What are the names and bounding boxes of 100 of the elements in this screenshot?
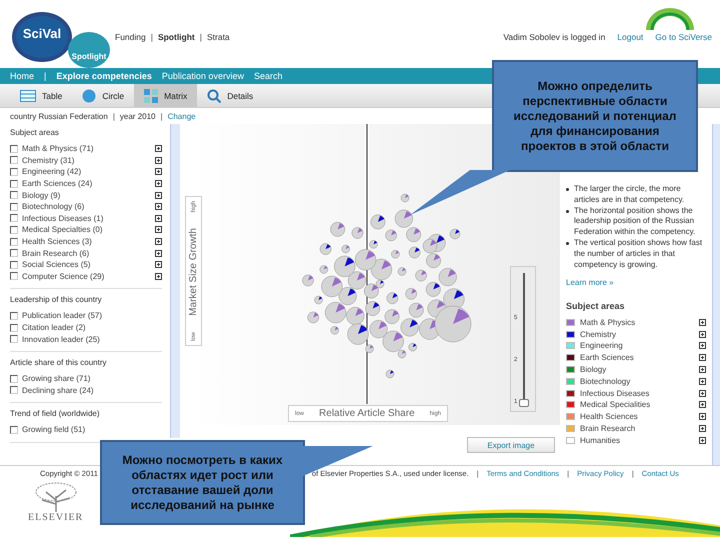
expand-icon[interactable] — [155, 156, 162, 164]
legend-label: Biotechnology — [580, 376, 632, 386]
checkbox[interactable] — [10, 202, 18, 211]
checkbox[interactable] — [10, 374, 18, 383]
bubble-icon[interactable] — [365, 344, 374, 354]
checkbox[interactable] — [10, 249, 18, 258]
axis-title: Relative Article Share — [319, 408, 415, 419]
checkbox[interactable] — [10, 335, 18, 344]
table-icon — [20, 90, 36, 102]
scrollbar[interactable] — [170, 124, 180, 438]
checkbox[interactable] — [10, 324, 18, 332]
filter-label: Brain Research (6) — [22, 248, 90, 258]
axis-title: Market Size Growth — [188, 228, 199, 316]
checkbox[interactable] — [10, 238, 18, 246]
bubble-icon[interactable] — [347, 323, 369, 345]
legend-label: Humanities — [580, 436, 622, 445]
checkbox[interactable] — [10, 156, 18, 164]
nav-link[interactable]: Explore competencies — [56, 71, 152, 81]
expand-icon[interactable] — [155, 168, 162, 176]
filter-label: Computer Science (29) — [22, 272, 106, 281]
bubble-icon[interactable] — [400, 318, 419, 336]
filter-label: Declining share (24) — [22, 386, 95, 395]
callout-text: Можно определить перспективные области исследований и потенциал для финансирования проектов в этой области — [492, 60, 698, 172]
nav-link[interactable]: Home — [10, 71, 34, 81]
legend-label: Health Sciences — [580, 412, 639, 422]
expand-icon[interactable] — [155, 192, 162, 199]
filter-label: Biology (9) — [22, 190, 62, 200]
change-link[interactable]: Change — [168, 112, 196, 120]
filter-label: Publication leader (57) — [22, 311, 104, 320]
filter-heading: Subject areas — [10, 128, 60, 137]
checkbox[interactable] — [10, 386, 18, 394]
nav-link[interactable]: Publication overview — [162, 71, 244, 81]
checkbox[interactable] — [10, 180, 18, 188]
expand-icon[interactable] — [155, 214, 162, 222]
expand-icon[interactable] — [155, 203, 162, 210]
expand-icon[interactable] — [155, 226, 162, 234]
view-tab[interactable]: Details — [197, 84, 264, 107]
bubble-icon[interactable] — [386, 292, 398, 304]
expand-icon[interactable] — [155, 145, 162, 152]
checkbox[interactable] — [10, 144, 18, 153]
product-link[interactable]: Strata — [206, 32, 230, 42]
bubble-icon[interactable] — [365, 301, 380, 316]
checkbox[interactable] — [10, 272, 18, 280]
logo-title: SciVal — [12, 12, 72, 62]
expand-icon[interactable] — [155, 272, 162, 280]
view-tab[interactable]: Table — [10, 84, 72, 107]
legend-label: Earth Sciences — [580, 353, 635, 362]
separator: | — [150, 32, 153, 42]
scrollbar[interactable] — [712, 124, 720, 465]
learn-more-link[interactable]: Learn more » — [566, 278, 706, 288]
expand-icon[interactable] — [155, 238, 162, 246]
nav-link[interactable]: Search — [254, 71, 282, 81]
bubble-icon[interactable] — [376, 280, 384, 288]
bubble-icon[interactable] — [314, 296, 323, 304]
bubble-icon[interactable] — [320, 243, 332, 255]
checkbox[interactable] — [10, 426, 18, 434]
bubble-icon[interactable] — [408, 342, 417, 352]
sciverse-link[interactable]: Go to SciVerse — [655, 32, 712, 42]
filter-heading: Article share of this country — [10, 358, 108, 367]
bubble-icon[interactable] — [426, 282, 441, 297]
checkbox[interactable] — [10, 226, 18, 234]
info-bullet: The larger the circle, the more articles are in that competency. — [574, 184, 686, 206]
bubble-icon[interactable] — [386, 370, 394, 378]
separator: | — [112, 112, 115, 120]
filter-label: Growing share (71) — [22, 374, 92, 384]
view-tab[interactable]: Circle — [72, 84, 134, 107]
logout-link[interactable]: Logout — [617, 32, 644, 42]
checkbox[interactable] — [10, 191, 18, 200]
bubble-icon[interactable] — [450, 228, 460, 240]
separator: | — [200, 32, 202, 42]
legend-heading: Subject areas — [566, 301, 626, 312]
bubble-icon[interactable] — [334, 256, 356, 278]
product-link[interactable]: Spotlight — [158, 32, 195, 42]
checkbox[interactable] — [10, 260, 18, 269]
export-image-button[interactable]: Export image — [467, 437, 555, 453]
expand-icon[interactable] — [155, 250, 162, 257]
view-tab[interactable]: Matrix — [134, 84, 198, 107]
filter-label: Health Sciences (3) — [22, 237, 93, 246]
checkbox[interactable] — [10, 312, 18, 320]
bubble-icon[interactable] — [370, 214, 386, 230]
bubble-icon[interactable] — [369, 240, 378, 249]
checkbox[interactable] — [10, 214, 18, 222]
expand-icon[interactable] — [155, 180, 162, 188]
callout-text: Можно посмотреть в каких областях идет рост или отставание вашей доли исследований на рынке — [100, 440, 305, 525]
grid-icon — [144, 88, 158, 102]
separator: | — [160, 112, 163, 120]
checkbox[interactable] — [10, 168, 18, 176]
slider-thumb[interactable] — [519, 399, 529, 407]
filter-label: Social Sciences (5) — [22, 260, 92, 270]
filter-label: Growing field (51) — [22, 425, 86, 434]
logged-in-text: Vadim Sobolev is logged in — [503, 32, 606, 42]
legend-label: Infectious Diseases — [580, 388, 650, 398]
arc-logo-icon — [644, 6, 696, 30]
product-link[interactable]: Funding — [115, 32, 146, 42]
expand-icon[interactable] — [155, 261, 162, 268]
info-bullet: The horizontal position shows the leadership position of the Russian Federation within the competency. — [574, 206, 696, 238]
legend-label: Brain Research — [580, 424, 636, 433]
bubble-icon[interactable] — [408, 246, 420, 258]
bubble-icon[interactable] — [338, 287, 357, 306]
legend-label: Chemistry — [580, 330, 618, 339]
